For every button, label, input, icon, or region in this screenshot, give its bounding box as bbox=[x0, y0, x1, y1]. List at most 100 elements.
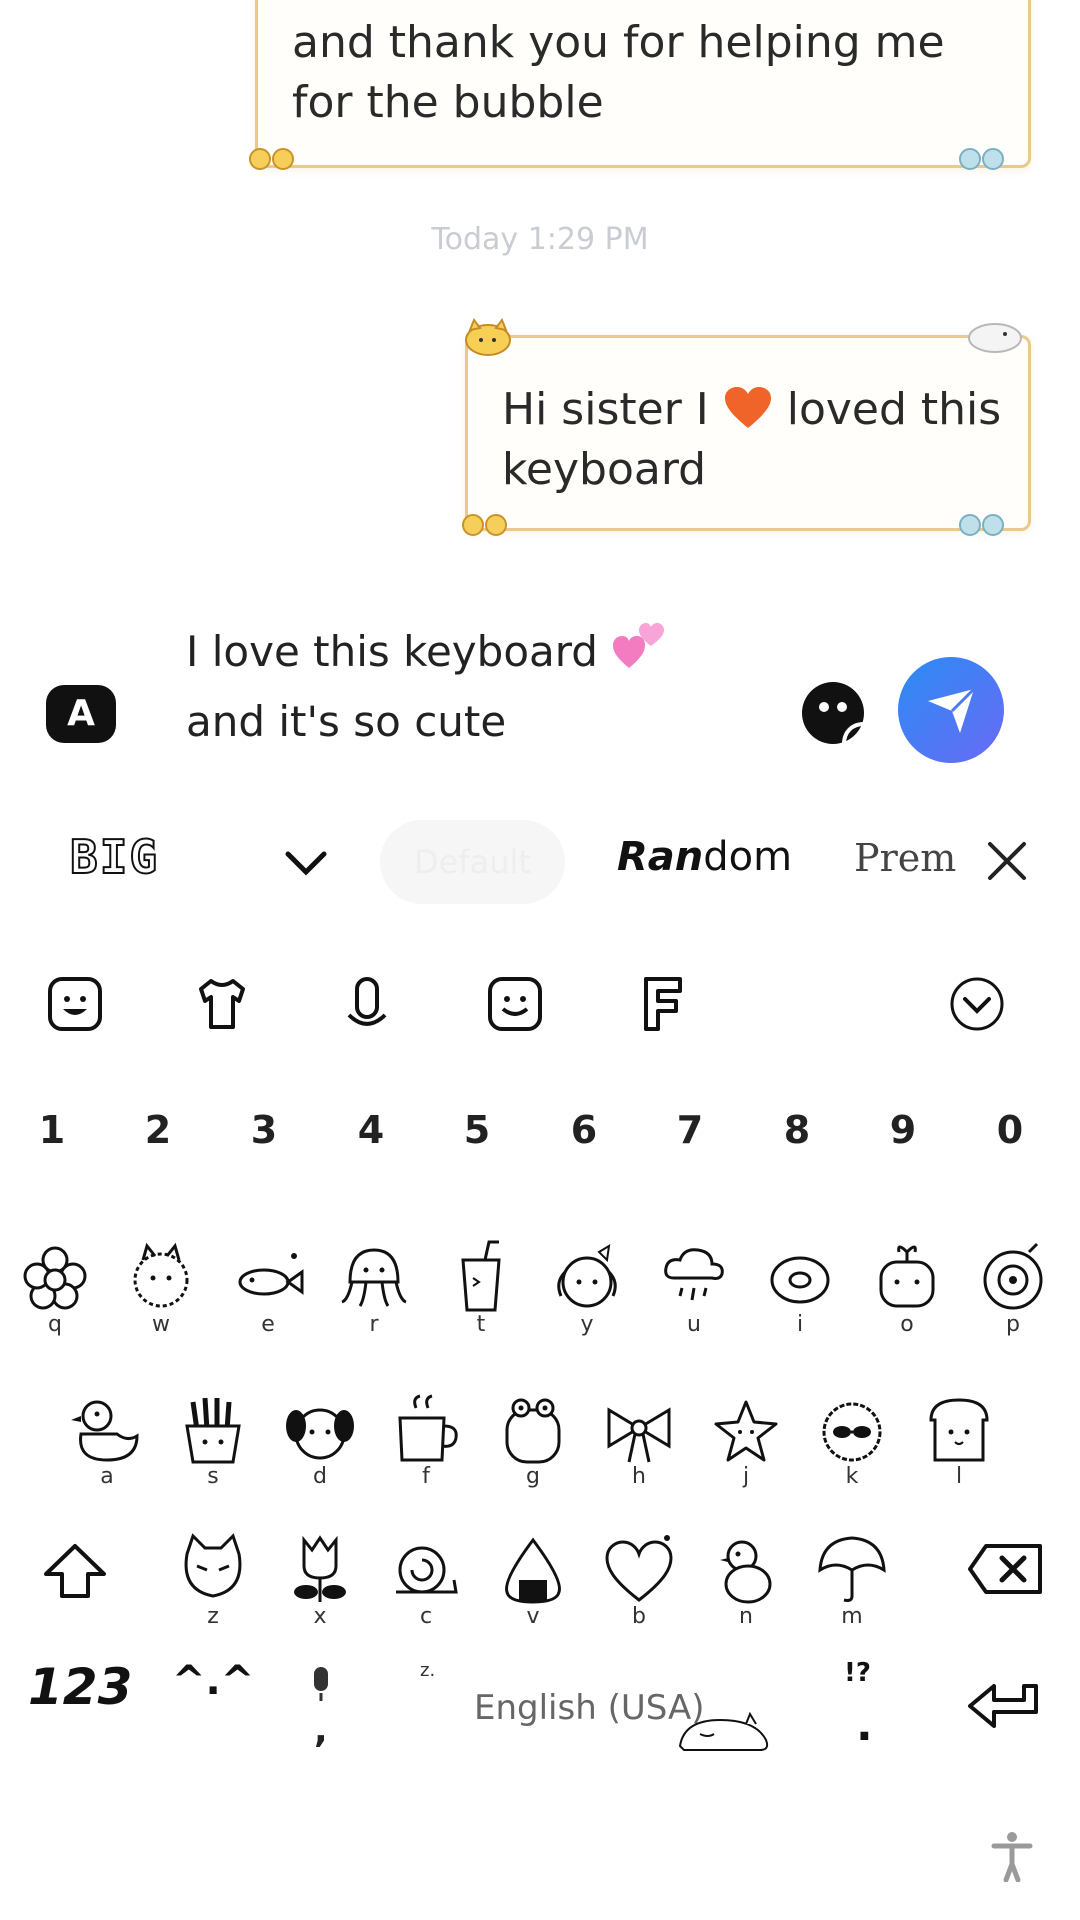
font-option-pill[interactable]: Default bbox=[380, 820, 565, 904]
voice-mic-icon[interactable] bbox=[306, 1665, 336, 1703]
key-7[interactable]: 7 bbox=[660, 1108, 720, 1152]
bubble-corner-flower-icon bbox=[249, 148, 294, 170]
shift-arrow-icon[interactable] bbox=[40, 1540, 110, 1600]
fries-doodle-icon bbox=[185, 1397, 241, 1464]
key-w[interactable]: w bbox=[118, 1238, 204, 1337]
key-9[interactable]: 9 bbox=[873, 1108, 933, 1152]
key-letter: i bbox=[796, 1312, 804, 1337]
message-input[interactable]: I love this keyboard and it's so cute bbox=[186, 617, 667, 757]
key-t[interactable]: t bbox=[438, 1238, 524, 1337]
emoji-face-icon[interactable] bbox=[486, 975, 544, 1033]
key-c[interactable]: c bbox=[383, 1530, 469, 1629]
key-d[interactable]: d bbox=[277, 1390, 363, 1489]
message-input-line: I love this keyboard bbox=[186, 627, 598, 676]
key-letter: h bbox=[632, 1464, 646, 1489]
key-letter: p bbox=[1006, 1312, 1020, 1337]
key-8[interactable]: 8 bbox=[767, 1108, 827, 1152]
key-k[interactable]: k bbox=[809, 1390, 895, 1489]
fish-doodle-icon bbox=[238, 1253, 304, 1296]
key-x[interactable]: x bbox=[277, 1530, 363, 1629]
microphone-icon[interactable] bbox=[338, 975, 396, 1033]
key-letter: j bbox=[742, 1464, 750, 1489]
send-button[interactable] bbox=[898, 657, 1004, 763]
key-i[interactable]: i bbox=[757, 1238, 843, 1337]
backspace-icon[interactable] bbox=[966, 1540, 1046, 1598]
key-v[interactable]: v bbox=[490, 1530, 576, 1629]
big-font-option[interactable]: BIG bbox=[69, 829, 159, 885]
enter-return-icon[interactable] bbox=[966, 1680, 1044, 1736]
key-l[interactable]: l bbox=[916, 1390, 1002, 1489]
key-letter: s bbox=[207, 1464, 219, 1489]
key-h[interactable]: h bbox=[596, 1390, 682, 1489]
key-letter: y bbox=[580, 1312, 594, 1337]
bubble-corner-flower-icon bbox=[462, 514, 507, 536]
key-z[interactable]: z bbox=[170, 1530, 256, 1629]
random-bold-part: Ran bbox=[617, 834, 704, 880]
umbrella-doodle-icon bbox=[818, 1536, 886, 1602]
bubble-corner-flower-icon bbox=[959, 514, 1004, 536]
comma-key[interactable]: , bbox=[314, 1710, 328, 1751]
message-text-part: keyboard bbox=[502, 444, 707, 495]
sticker-emoji-button-icon[interactable] bbox=[800, 680, 866, 746]
key-b[interactable]: b bbox=[596, 1530, 682, 1629]
key-1[interactable]: 1 bbox=[22, 1108, 82, 1152]
emoticon-key[interactable]: ^.^ bbox=[172, 1658, 254, 1704]
close-icon[interactable] bbox=[986, 840, 1028, 882]
snail-doodle-icon bbox=[396, 1546, 458, 1594]
chevron-down-icon[interactable] bbox=[282, 838, 330, 886]
star-doodle-icon bbox=[714, 1400, 778, 1462]
key-4[interactable]: 4 bbox=[341, 1108, 401, 1152]
key-o[interactable]: o bbox=[864, 1238, 950, 1337]
numbers-switch-key[interactable]: 123 bbox=[28, 1658, 132, 1716]
key-u[interactable]: u bbox=[651, 1238, 737, 1337]
two-hearts-emoji-icon bbox=[613, 623, 665, 668]
font-f-icon[interactable] bbox=[634, 975, 692, 1033]
sticker-face-icon[interactable] bbox=[46, 975, 104, 1033]
heart-emoji-icon bbox=[724, 387, 771, 428]
message-input-line: and it's so cute bbox=[186, 697, 507, 746]
key-q[interactable]: q bbox=[12, 1238, 98, 1337]
key-f[interactable]: f bbox=[383, 1390, 469, 1489]
onigiri-doodle-icon bbox=[505, 1537, 561, 1604]
key-p[interactable]: p bbox=[970, 1238, 1056, 1337]
key-5[interactable]: 5 bbox=[447, 1108, 507, 1152]
key-letter: q bbox=[48, 1312, 62, 1337]
message-text-part: loved this bbox=[786, 384, 1002, 435]
key-e[interactable]: e bbox=[225, 1238, 311, 1337]
app-logo-badge[interactable]: A bbox=[46, 685, 116, 743]
bubble-corner-cat-icon bbox=[465, 318, 511, 356]
bubble-corner-flower-icon bbox=[959, 148, 1004, 170]
bubble-corner-seal-icon bbox=[968, 323, 1022, 353]
octopus-doodle-icon bbox=[341, 1248, 407, 1307]
key-3[interactable]: 3 bbox=[234, 1108, 294, 1152]
shirt-theme-icon[interactable] bbox=[193, 975, 251, 1033]
key-y[interactable]: y bbox=[544, 1238, 630, 1337]
accessibility-person-icon[interactable] bbox=[990, 1830, 1034, 1882]
fluffy-cat-doodle-icon bbox=[133, 1242, 189, 1308]
key-letter: o bbox=[900, 1312, 914, 1337]
frog-doodle-icon bbox=[505, 1398, 561, 1464]
premium-font-option[interactable]: Prem bbox=[854, 836, 956, 880]
key-r[interactable]: r bbox=[331, 1238, 417, 1337]
bow-doodle-icon bbox=[607, 1407, 671, 1463]
key-letter: w bbox=[152, 1312, 170, 1337]
key-letter: u bbox=[687, 1312, 701, 1337]
key-n[interactable]: n bbox=[703, 1530, 789, 1629]
heart-doodle-icon bbox=[605, 1535, 673, 1602]
period-key[interactable]: . bbox=[856, 1700, 873, 1751]
key-a[interactable]: a bbox=[64, 1390, 150, 1489]
random-font-option[interactable]: Random bbox=[617, 834, 792, 880]
key-s[interactable]: s bbox=[170, 1390, 256, 1489]
key-0[interactable]: 0 bbox=[980, 1108, 1040, 1152]
key-6[interactable]: 6 bbox=[554, 1108, 614, 1152]
message-text: and thank you for helping me for the bub… bbox=[292, 17, 945, 128]
flower-doodle-icon bbox=[23, 1246, 87, 1310]
key-m[interactable]: m bbox=[809, 1530, 895, 1629]
font-style-bar: BIG Default Random Prem bbox=[0, 820, 1080, 904]
key-g[interactable]: g bbox=[490, 1390, 576, 1489]
chick-doodle-icon bbox=[720, 1540, 772, 1604]
collapse-chevron-icon[interactable] bbox=[948, 975, 1006, 1033]
key-j[interactable]: j bbox=[703, 1390, 789, 1489]
key-2[interactable]: 2 bbox=[128, 1108, 188, 1152]
random-rest-part: dom bbox=[703, 834, 793, 880]
